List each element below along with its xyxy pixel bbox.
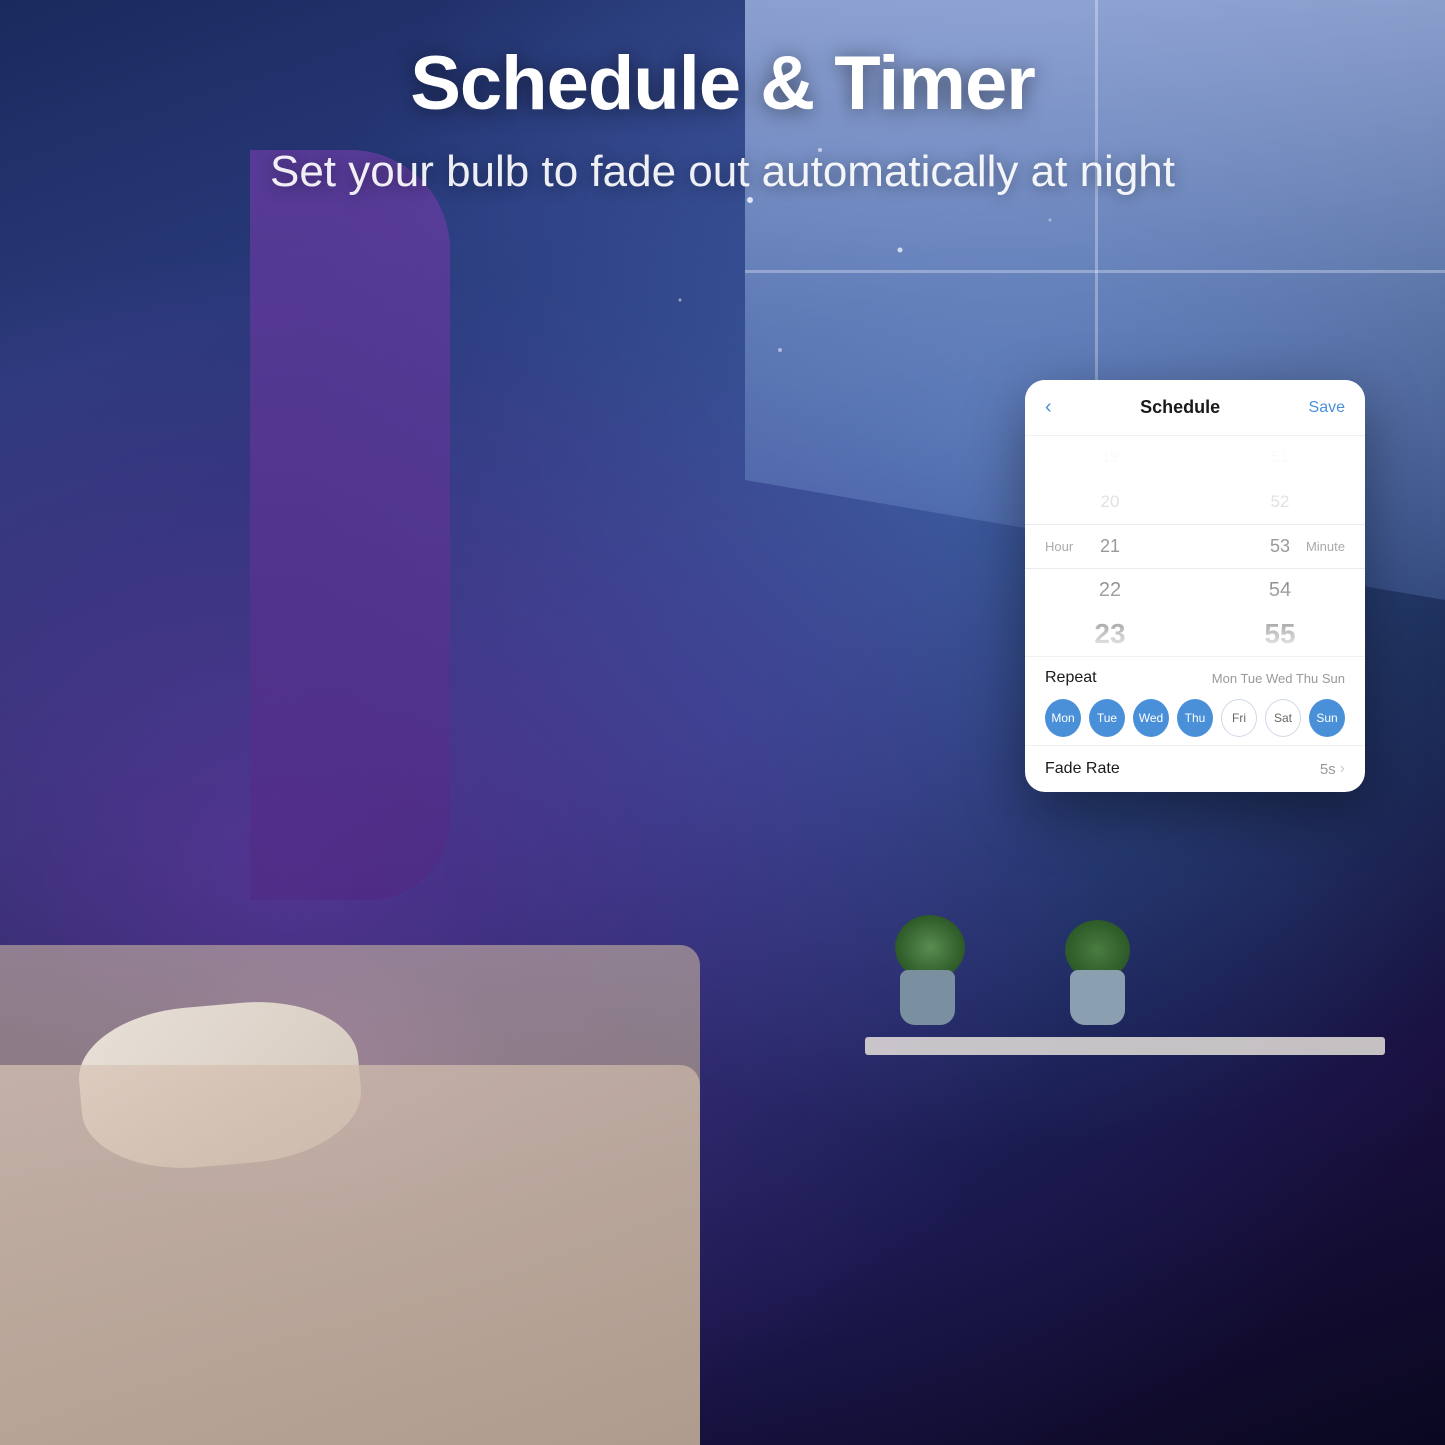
day-button-sun[interactable]: Sun xyxy=(1309,699,1345,737)
curtain-decoration xyxy=(250,150,450,900)
plant-2 xyxy=(1070,970,1125,1025)
hour-row: 21 xyxy=(1025,524,1195,568)
schedule-app-panel: ‹ Schedule Save Hour Minute 19 20 21 22 … xyxy=(1025,380,1365,792)
fade-rate-number: 5s xyxy=(1320,761,1336,778)
day-button-mon[interactable]: Mon xyxy=(1045,699,1081,737)
minute-row: 51 xyxy=(1195,436,1365,480)
chevron-right-icon: › xyxy=(1340,760,1345,778)
fade-rate-section[interactable]: Fade Rate 5s › xyxy=(1025,745,1365,792)
minute-row: 52 xyxy=(1195,480,1365,524)
repeat-header: Repeat Mon Tue Wed Thu Sun xyxy=(1045,669,1345,687)
day-button-tue[interactable]: Tue xyxy=(1089,699,1125,737)
day-buttons-row: Mon Tue Wed Thu Fri Sat Sun xyxy=(1045,699,1345,737)
selected-hour: 23 xyxy=(1025,612,1195,656)
repeat-label: Repeat xyxy=(1045,669,1097,687)
hour-row: 22 xyxy=(1025,568,1195,612)
blanket-decoration xyxy=(0,1065,700,1445)
plant-1 xyxy=(900,970,955,1025)
hour-row: 20 xyxy=(1025,480,1195,524)
repeat-summary: Mon Tue Wed Thu Sun xyxy=(1212,671,1345,686)
app-header: ‹ Schedule Save xyxy=(1025,380,1365,436)
time-columns: 19 20 21 22 23 00 01 02 03 51 52 53 54 5… xyxy=(1025,436,1365,656)
day-button-thu[interactable]: Thu xyxy=(1177,699,1213,737)
fade-rate-label: Fade Rate xyxy=(1045,760,1120,778)
day-button-fri[interactable]: Fri xyxy=(1221,699,1257,737)
app-title: Schedule xyxy=(1140,397,1220,418)
repeat-section: Repeat Mon Tue Wed Thu Sun Mon Tue Wed T… xyxy=(1025,656,1365,745)
back-button[interactable]: ‹ xyxy=(1045,396,1052,419)
page-subtitle: Set your bulb to fade out automatically … xyxy=(0,147,1445,197)
page-title: Schedule & Timer xyxy=(0,40,1445,127)
windowsill-decoration xyxy=(865,1037,1385,1055)
minute-row: 53 xyxy=(1195,524,1365,568)
hour-row: 19 xyxy=(1025,436,1195,480)
fade-rate-value: 5s › xyxy=(1320,760,1345,778)
selected-minute: 55 xyxy=(1195,612,1365,656)
save-button[interactable]: Save xyxy=(1309,399,1345,417)
time-picker[interactable]: Hour Minute 19 20 21 22 23 00 01 02 03 5… xyxy=(1025,436,1365,656)
minute-row: 54 xyxy=(1195,568,1365,612)
headline-area: Schedule & Timer Set your bulb to fade o… xyxy=(0,40,1445,197)
minute-column[interactable]: 51 52 53 54 55 56 57 58 59 xyxy=(1195,436,1365,656)
day-button-wed[interactable]: Wed xyxy=(1133,699,1169,737)
day-button-sat[interactable]: Sat xyxy=(1265,699,1301,737)
hour-column[interactable]: 19 20 21 22 23 00 01 02 03 xyxy=(1025,436,1195,656)
